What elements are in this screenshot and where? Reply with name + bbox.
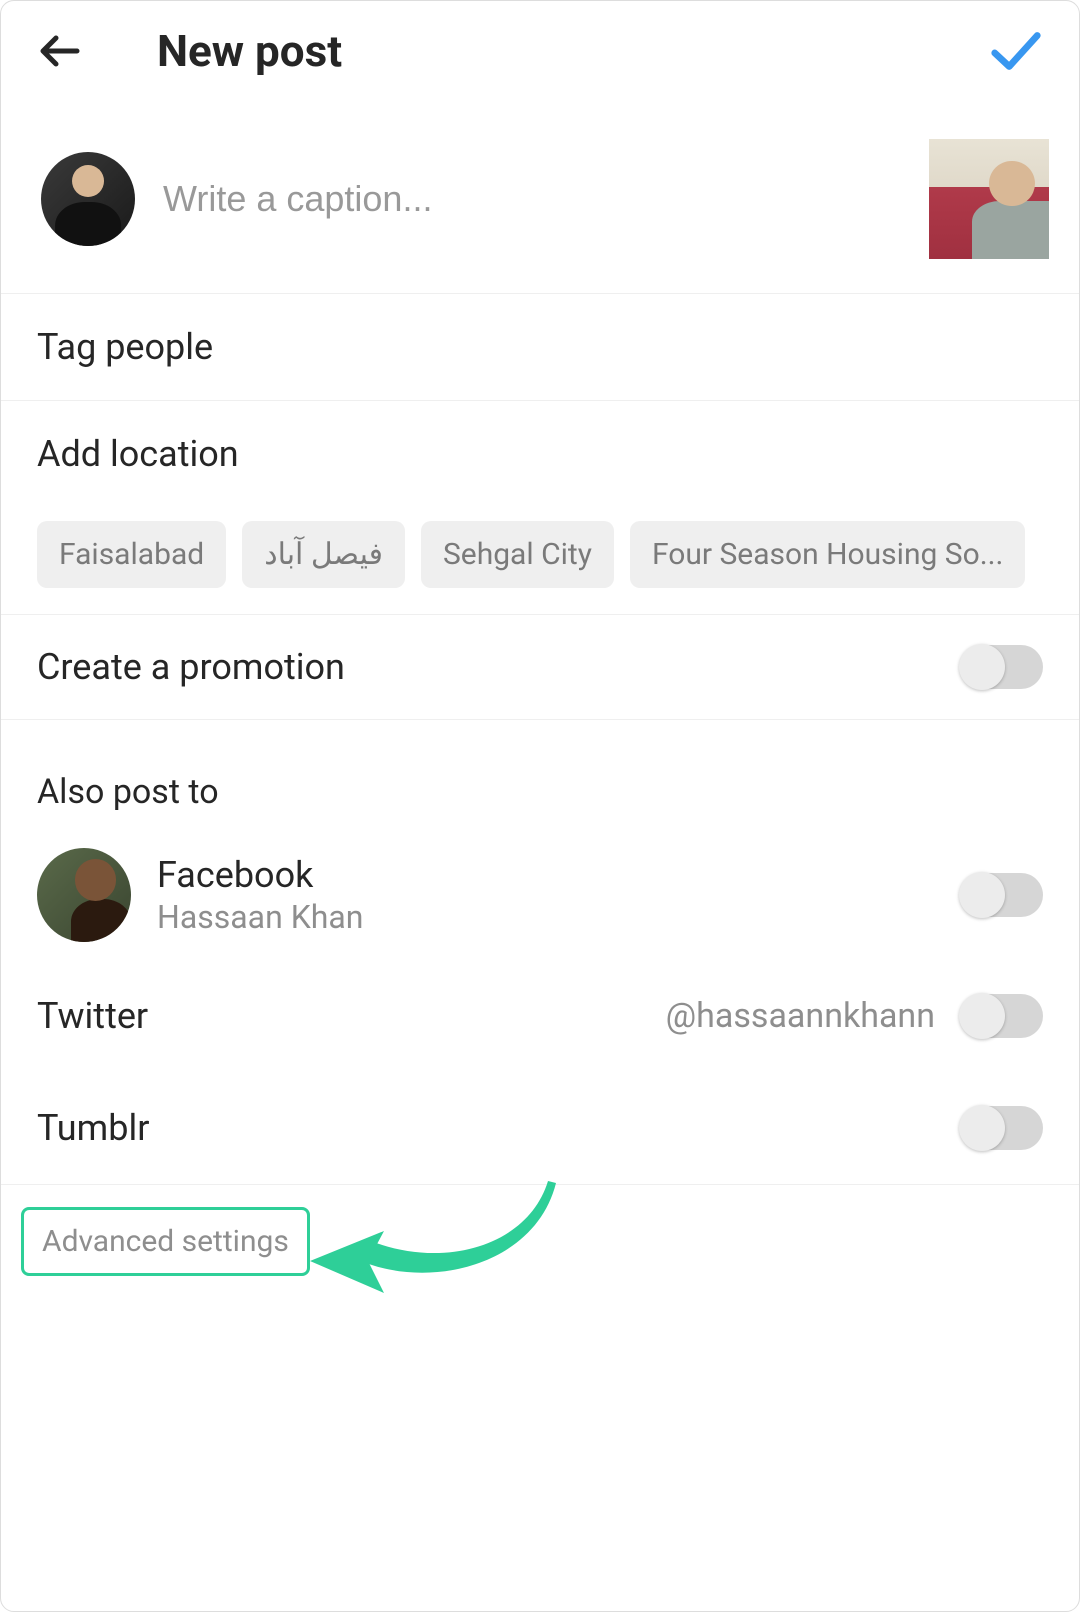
location-chip[interactable]: Sehgal City (421, 521, 614, 588)
location-chip[interactable]: فیصل آباد (242, 521, 405, 588)
tag-people-row[interactable]: Tag people (1, 294, 1079, 401)
facebook-toggle[interactable] (961, 873, 1043, 917)
page-title: New post (157, 25, 987, 77)
location-chip[interactable]: Four Season Housing So... (630, 521, 1026, 588)
twitter-handle: @hassaannkhann (148, 996, 961, 1036)
advanced-settings-button[interactable]: Advanced settings (21, 1207, 310, 1276)
user-avatar (41, 152, 135, 246)
add-location-row[interactable]: Add location (1, 401, 1079, 507)
share-row-tumblr: Tumblr (1, 1072, 1079, 1184)
caption-input[interactable] (135, 178, 929, 220)
caption-area (1, 101, 1079, 294)
create-promotion-toggle[interactable] (961, 645, 1043, 689)
confirm-check-icon[interactable] (987, 22, 1045, 80)
tumblr-toggle[interactable] (961, 1106, 1043, 1150)
post-thumbnail[interactable] (929, 139, 1049, 259)
share-sub-facebook: Hassaan Khan (157, 898, 961, 936)
header: New post (1, 1, 1079, 101)
twitter-toggle[interactable] (961, 994, 1043, 1038)
share-row-facebook: Facebook Hassaan Khan (1, 830, 1079, 960)
back-arrow-icon[interactable] (31, 22, 89, 80)
advanced-settings-area: Advanced settings (1, 1184, 1079, 1296)
share-title-twitter: Twitter (37, 995, 148, 1037)
facebook-avatar (37, 848, 131, 942)
share-title-tumblr: Tumblr (37, 1107, 149, 1149)
share-text: Facebook Hassaan Khan (157, 854, 961, 936)
annotation-arrow-icon (306, 1179, 576, 1299)
share-row-twitter: Twitter @hassaannkhann (1, 960, 1079, 1072)
create-promotion-row: Create a promotion (1, 615, 1079, 720)
also-post-heading: Also post to (1, 720, 1079, 830)
create-promotion-label: Create a promotion (37, 646, 961, 688)
location-suggestions: Faisalabad فیصل آباد Sehgal City Four Se… (1, 507, 1079, 615)
share-title-facebook: Facebook (157, 854, 961, 896)
location-chip[interactable]: Faisalabad (37, 521, 226, 588)
